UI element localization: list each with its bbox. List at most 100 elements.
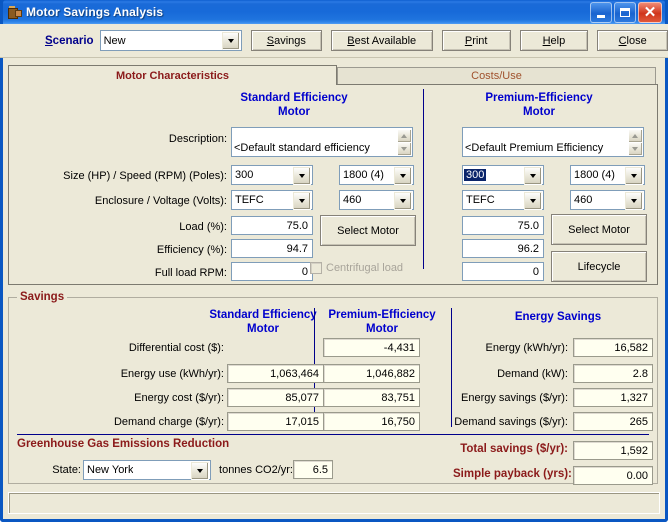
chevron-down-icon[interactable] — [625, 192, 643, 210]
scenario-select[interactable]: New — [99, 30, 242, 51]
demand-kw-label: Demand (kW): — [497, 368, 568, 380]
chevron-down-icon[interactable] — [221, 32, 240, 50]
chevron-down-icon[interactable] — [524, 167, 542, 185]
column-divider — [423, 89, 424, 269]
enclosure-voltage-label: Enclosure / Voltage (Volts): — [94, 195, 227, 207]
premium-size-select[interactable]: 300 — [462, 165, 544, 185]
standard-enclosure-value: TEFC — [235, 194, 264, 206]
window-title: Motor Savings Analysis — [26, 5, 164, 19]
tab-costs-use[interactable]: Costs/Use — [337, 67, 656, 85]
standard-voltage-select[interactable]: 460 — [339, 190, 414, 210]
standard-voltage-value: 460 — [343, 194, 362, 206]
standard-size-select[interactable]: 300 — [231, 165, 313, 185]
energy-savings-value: 1,327 — [573, 388, 653, 407]
state-label: State: — [52, 464, 81, 476]
differential-cost-premium-value: -4,431 — [323, 338, 420, 357]
close-icon: ✕ — [643, 4, 657, 21]
description-label: Description: — [168, 133, 227, 145]
standard-full-load-rpm-input[interactable]: 0 — [231, 262, 313, 281]
energy-use-premium-value: 1,046,882 — [323, 364, 420, 383]
standard-load-input[interactable]: 75.0 — [231, 216, 313, 235]
state-select[interactable]: New York — [83, 460, 211, 480]
savings-button[interactable]: Savings — [250, 30, 322, 51]
tab-motor-characteristics[interactable]: Motor Characteristics — [8, 65, 337, 85]
premium-select-motor-button[interactable]: Select Motor — [551, 214, 647, 245]
energy-cost-label: Energy cost ($/yr): — [134, 392, 224, 404]
energy-use-label: Energy use (kWh/yr): — [120, 368, 224, 380]
premium-description-scrollbar[interactable] — [628, 129, 642, 155]
status-bar — [8, 492, 660, 514]
standard-description-field[interactable]: <Default standard efficiency motor> — [231, 127, 413, 157]
demand-charge-standard-value: 17,015 — [227, 412, 324, 431]
energy-savings-label: Energy savings ($/yr): — [461, 392, 568, 404]
premium-speed-select[interactable]: 1800 (4) — [570, 165, 645, 185]
state-value: New York — [87, 464, 134, 476]
simple-payback-value: 0.00 — [573, 466, 653, 485]
premium-description-field[interactable]: <Default Premium Efficiency motor> — [462, 127, 644, 157]
standard-description-scrollbar[interactable] — [397, 129, 411, 155]
motor-icon — [6, 4, 22, 20]
lifecycle-button[interactable]: Lifecycle — [551, 251, 647, 282]
greenhouse-separator — [17, 434, 649, 435]
scenario-value: New — [103, 34, 126, 47]
demand-charge-premium-value: 16,750 — [323, 412, 420, 431]
premium-motor-heading: Premium-Efficiency Motor — [485, 92, 593, 118]
standard-speed-value: 1800 (4) — [343, 169, 384, 181]
help-button[interactable]: Help — [519, 30, 589, 51]
premium-voltage-select[interactable]: 460 — [570, 190, 645, 210]
scroll-down-icon[interactable] — [628, 142, 642, 155]
minimize-icon — [597, 14, 605, 18]
standard-select-motor-button[interactable]: Select Motor — [320, 215, 416, 246]
energy-kwh-value: 16,582 — [573, 338, 653, 357]
chevron-down-icon[interactable] — [191, 462, 209, 480]
chevron-down-icon[interactable] — [524, 192, 542, 210]
standard-description-text: <Default standard efficiency motor> — [234, 142, 370, 156]
close-window-button[interactable]: ✕ — [638, 2, 662, 23]
savings-premium-heading: Premium-Efficiency Motor — [328, 309, 436, 335]
tonnes-co2-value: 6.5 — [293, 460, 333, 479]
premium-description-text: <Default Premium Efficiency motor> — [465, 142, 604, 156]
tonnes-co2-label: tonnes CO2/yr: — [219, 464, 293, 476]
demand-savings-label: Demand savings ($/yr): — [454, 416, 568, 428]
differential-cost-label: Differential cost ($): — [128, 342, 224, 354]
standard-enclosure-select[interactable]: TEFC — [231, 190, 313, 210]
premium-efficiency-input[interactable]: 96.2 — [462, 239, 544, 258]
maximize-button[interactable] — [614, 2, 636, 23]
energy-cost-standard-value: 85,077 — [227, 388, 324, 407]
demand-savings-value: 265 — [573, 412, 653, 431]
chevron-down-icon[interactable] — [625, 167, 643, 185]
energy-savings-heading: Energy Savings — [514, 311, 602, 323]
centrifugal-load-label: Centrifugal load — [326, 262, 404, 274]
standard-speed-select[interactable]: 1800 (4) — [339, 165, 414, 185]
minimize-button[interactable] — [590, 2, 612, 23]
simple-payback-label: Simple payback (yrs): — [453, 468, 572, 480]
chevron-down-icon[interactable] — [293, 192, 311, 210]
close-button[interactable]: Close — [597, 30, 668, 51]
chevron-down-icon[interactable] — [293, 167, 311, 185]
premium-enclosure-select[interactable]: TEFC — [462, 190, 544, 210]
tab-strip: Motor Characteristics Costs/Use — [8, 65, 656, 85]
demand-kw-value: 2.8 — [573, 364, 653, 383]
print-button[interactable]: Print — [441, 30, 511, 51]
chevron-down-icon[interactable] — [394, 167, 412, 185]
best-available-button[interactable]: Best Available — [330, 30, 433, 51]
centrifugal-load-checkbox[interactable]: Centrifugal load — [310, 262, 403, 274]
demand-charge-label: Demand charge ($/yr): — [113, 416, 224, 428]
tab-costs-use-label: Costs/Use — [471, 70, 522, 82]
checkbox-icon — [310, 262, 322, 274]
application-window: Motor Savings Analysis ✕ Scenario New Sa… — [0, 0, 668, 522]
premium-full-load-rpm-input[interactable]: 0 — [462, 262, 544, 281]
toolbar: Scenario New Savings Best Available Prin… — [0, 24, 668, 58]
motor-characteristics-panel: Standard Efficiency Motor Premium-Effici… — [8, 84, 658, 285]
scroll-up-icon[interactable] — [397, 129, 411, 142]
standard-efficiency-input[interactable]: 94.7 — [231, 239, 313, 258]
scroll-up-icon[interactable] — [628, 129, 642, 142]
premium-speed-value: 1800 (4) — [574, 169, 615, 181]
standard-motor-heading: Standard Efficiency Motor — [240, 92, 348, 118]
chevron-down-icon[interactable] — [394, 192, 412, 210]
efficiency-label: Efficiency (%): — [156, 244, 227, 256]
premium-load-input[interactable]: 75.0 — [462, 216, 544, 235]
total-savings-value: 1,592 — [573, 441, 653, 460]
total-savings-label: Total savings ($/yr): — [460, 443, 568, 455]
scroll-down-icon[interactable] — [397, 142, 411, 155]
